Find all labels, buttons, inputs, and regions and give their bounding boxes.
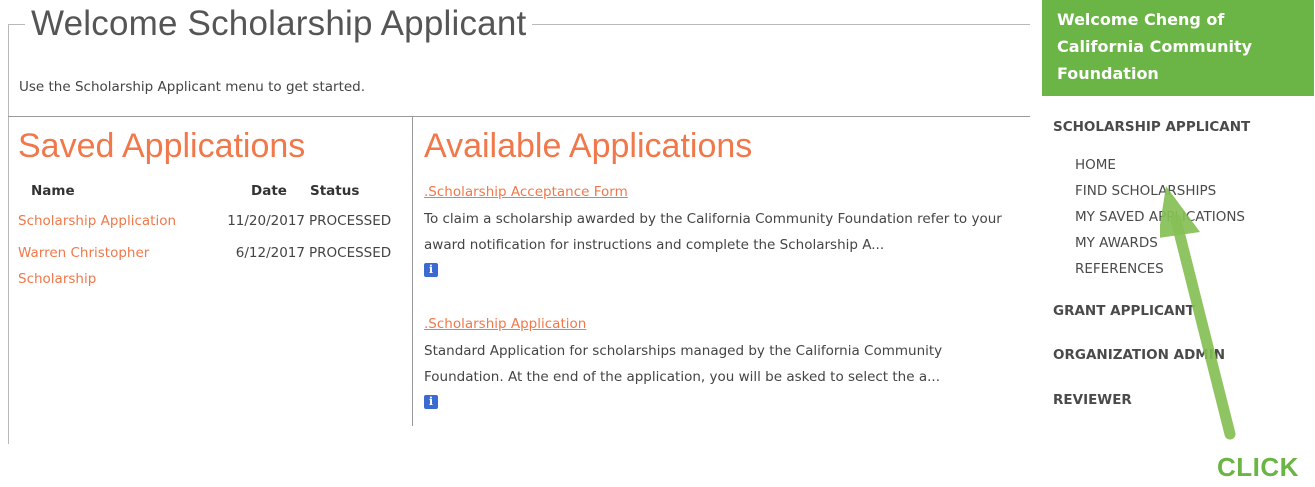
application-description: To claim a scholarship awarded by the Ca…	[424, 211, 1002, 253]
welcome-text: Welcome Cheng of California Community Fo…	[1057, 10, 1253, 83]
column-header-name: Name	[31, 183, 75, 199]
date-cell: 6/12/2017	[235, 245, 305, 261]
status-cell: PROCESSED	[309, 245, 392, 261]
scholarship-application-link[interactable]: .Scholarship Application	[424, 316, 1024, 332]
available-application-item: .Scholarship Application Standard Applic…	[424, 316, 1024, 409]
menu-item-home[interactable]: HOME	[1075, 152, 1245, 178]
application-link[interactable]: Scholarship Application	[18, 208, 214, 234]
table-row: Warren Christopher Scholarship 6/12/2017…	[18, 240, 391, 298]
application-link-line2: Scholarship	[18, 271, 97, 287]
click-annotation-label: CLICK	[1217, 452, 1299, 482]
application-description: Standard Application for scholarships ma…	[424, 343, 943, 385]
menu-section-scholarship-applicant[interactable]: SCHOLARSHIP APPLICANT	[1053, 119, 1250, 135]
info-icon[interactable]: i	[424, 395, 438, 409]
page-title: Welcome Scholarship Applicant	[25, 4, 533, 44]
scholarship-acceptance-form-link[interactable]: .Scholarship Acceptance Form	[424, 184, 1024, 200]
available-applications-heading: Available Applications	[424, 127, 753, 165]
intro-text: Use the Scholarship Applicant menu to ge…	[19, 79, 366, 95]
table-row: Scholarship Application 11/20/2017 PROCE…	[18, 208, 391, 240]
application-link[interactable]: Warren Christopher Scholarship	[18, 240, 214, 292]
table-header-row: Name Date Status	[18, 183, 391, 208]
saved-applications-heading: Saved Applications	[18, 127, 306, 165]
application-name-cell: Warren Christopher Scholarship	[18, 240, 214, 298]
section-divider	[8, 116, 1030, 117]
menu-section-reviewer[interactable]: REVIEWER	[1053, 392, 1132, 408]
column-header-status: Status	[310, 183, 360, 199]
status-cell: PROCESSED	[309, 213, 392, 229]
column-divider	[412, 116, 413, 426]
application-link-line1: Warren Christopher	[18, 245, 150, 261]
date-cell: 11/20/2017	[227, 213, 305, 229]
application-name-cell: Scholarship Application	[18, 208, 214, 240]
welcome-banner: Welcome Cheng of California Community Fo…	[1042, 0, 1314, 96]
annotation-arrow-icon	[1160, 186, 1236, 440]
saved-applications-table: Name Date Status Scholarship Application…	[18, 183, 391, 298]
column-header-date: Date	[251, 183, 287, 199]
available-application-item: .Scholarship Acceptance Form To claim a …	[424, 184, 1024, 277]
info-icon[interactable]: i	[424, 263, 438, 277]
